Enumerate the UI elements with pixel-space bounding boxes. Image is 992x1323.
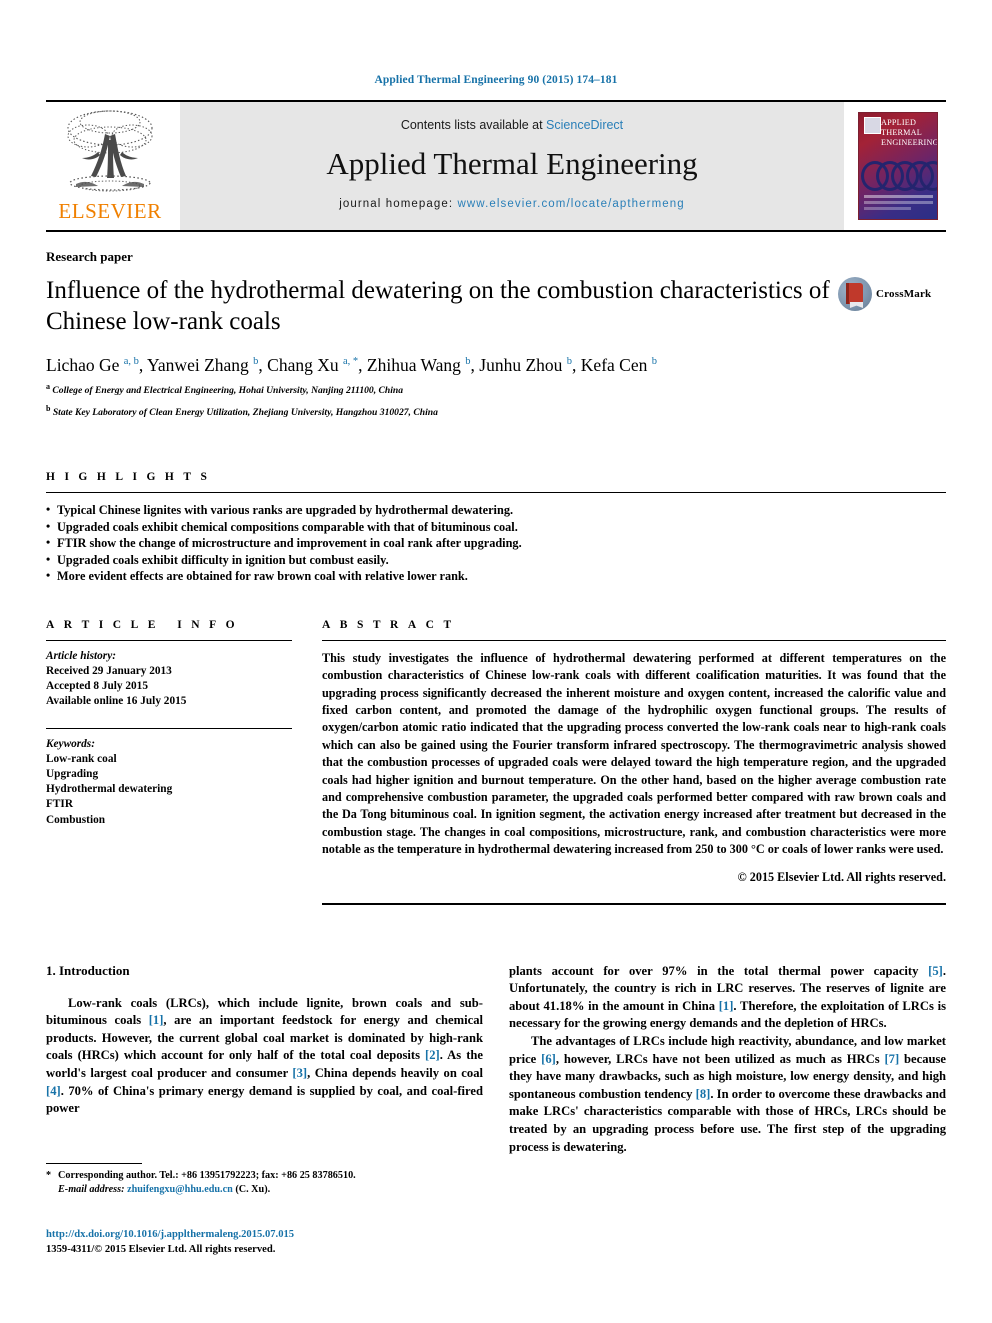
article-history-block: Article history: Received 29 January 201… <box>46 649 292 710</box>
journal-title: Applied Thermal Engineering <box>326 146 698 181</box>
highlights-rule <box>46 492 946 494</box>
journal-homepage-line: journal homepage: www.elsevier.com/locat… <box>339 198 685 210</box>
abstract-heading: A B S T R A C T <box>322 618 455 631</box>
elsevier-wordmark: ELSEVIER <box>58 199 162 223</box>
masthead-bottom-rule <box>46 230 946 232</box>
crossmark-label: CrossMark <box>876 288 932 300</box>
highlight-item: Upgraded coals exhibit difficulty in ign… <box>46 551 946 569</box>
running-head: Applied Thermal Engineering 90 (2015) 17… <box>374 74 618 86</box>
corresponding-author-line: * Corresponding author. Tel.: +86 139517… <box>46 1169 356 1181</box>
highlights-heading: H I G H L I G H T S <box>46 471 211 484</box>
corresponding-email-line[interactable]: E-mail address: zhuifengxu@hhu.edu.cn (C… <box>46 1183 483 1197</box>
abstract-text: This study investigates the influence of… <box>322 650 946 857</box>
highlight-item: FTIR show the change of microstructure a… <box>46 534 946 552</box>
keyword-item: FTIR <box>46 798 73 811</box>
crossmark-badge[interactable]: CrossMark <box>838 277 946 311</box>
intro-paragraph-right-2: The advantages of LRCs include high reac… <box>509 1033 947 1154</box>
keywords-body: Keywords: Low-rank coal Upgrading Hydrothe… <box>46 737 292 828</box>
keywords-rule <box>46 727 292 729</box>
info-abstract-section: A R T I C L E I N F O Article history: R… <box>46 619 946 905</box>
keyword-item: Combustion <box>46 813 106 826</box>
cover-title-line-3: ENGINEERING <box>881 138 938 147</box>
crossmark-icon <box>838 277 872 311</box>
received-date: Received 29 January 2013 <box>46 664 172 677</box>
highlight-item: More evident effects are obtained for ra… <box>46 567 946 585</box>
affiliation-a: a College of Energy and Electrical Engin… <box>46 381 404 397</box>
keywords-list: Low-rank coal Upgrading Hydrothermal dewat… <box>46 752 292 828</box>
elsevier-tree-icon <box>67 110 153 192</box>
homepage-prefix: journal homepage: <box>339 198 458 210</box>
contents-line: Contents lists available at ScienceDirec… <box>401 118 623 132</box>
title-row: Influence of the hydrothermal dewatering… <box>46 265 946 337</box>
article-info-column: A R T I C L E I N F O Article history: R… <box>46 619 292 905</box>
keyword-item: Low-rank coal <box>46 752 117 765</box>
keywords-block: Keywords: Low-rank coal Upgrading Hydrothe… <box>46 727 292 828</box>
cover-image: APPLIED THERMAL ENGINEERING <box>858 112 938 220</box>
issn-copyright-line: 1359-4311/© 2015 Elsevier Ltd. All right… <box>46 1243 276 1255</box>
footer-doi-block: http://dx.doi.org/10.1016/j.applthermale… <box>46 1227 483 1257</box>
doi-link[interactable]: http://dx.doi.org/10.1016/j.applthermale… <box>46 1227 483 1242</box>
cover-title-line-1: APPLIED <box>881 118 917 127</box>
keywords-label: Keywords: <box>46 737 95 750</box>
page-title: Influence of the hydrothermal dewatering… <box>46 277 830 335</box>
cover-title: APPLIED THERMAL ENGINEERING <box>881 118 938 148</box>
section-title-introduction: 1. Introduction <box>46 962 130 978</box>
journal-cover-thumbnail: APPLIED THERMAL ENGINEERING <box>850 102 946 230</box>
cover-title-line-2: THERMAL <box>881 128 922 137</box>
affiliation-b: b State Key Laboratory of Clean Energy U… <box>46 403 438 418</box>
available-online-date: Available online 16 July 2015 <box>46 695 187 708</box>
footnote-rule <box>46 1162 142 1164</box>
accepted-date: Accepted 8 July 2015 <box>46 680 148 693</box>
corresponding-author-footnote: * Corresponding author. Tel.: +86 139517… <box>46 1162 483 1197</box>
article-info-heading: A R T I C L E I N F O <box>46 618 239 631</box>
journal-banner: Contents lists available at ScienceDirec… <box>180 102 844 230</box>
sciencedirect-link[interactable]: ScienceDirect <box>546 118 623 132</box>
abstract-bottom-rule <box>322 902 946 905</box>
introduction-section: 1. Introduction Low-rank coals (LRCs), w… <box>46 963 946 1293</box>
abstract-column: A B S T R A C T This study investigates … <box>322 619 946 905</box>
body-column-right: plants account for over 97% in the total… <box>509 963 946 1293</box>
journal-masthead: ELSEVIER Contents lists available at Sci… <box>46 100 946 230</box>
paper-page: Applied Thermal Engineering 90 (2015) 17… <box>0 0 992 1323</box>
article-type: Research paper <box>46 249 133 264</box>
body-column-left: 1. Introduction Low-rank coals (LRCs), w… <box>46 963 483 1293</box>
article-history-label: Article history: <box>46 649 116 662</box>
cover-publisher-mark <box>864 117 881 134</box>
abstract-rule <box>322 639 946 641</box>
journal-homepage-link[interactable]: www.elsevier.com/locate/apthermeng <box>458 198 685 210</box>
highlights-section: H I G H L I G H T S Typical Chinese lign… <box>46 471 946 585</box>
intro-paragraph-right-1: plants account for over 97% in the total… <box>509 963 946 1031</box>
intro-paragraph-left: Low-rank coals (LRCs), which include lig… <box>46 995 483 1116</box>
highlight-item: Typical Chinese lignites with various ra… <box>46 501 946 519</box>
highlight-item: Upgraded coals exhibit chemical composit… <box>46 518 946 536</box>
article-info-rule <box>46 639 292 641</box>
highlights-list: Typical Chinese lignites with various ra… <box>46 501 946 585</box>
keyword-item: Upgrading <box>46 767 99 780</box>
elsevier-logo: ELSEVIER <box>46 102 174 230</box>
keyword-item: Hydrothermal dewatering <box>46 783 173 796</box>
abstract-copyright: © 2015 Elsevier Ltd. All rights reserved… <box>737 869 946 884</box>
cover-rings-graphic <box>859 161 937 191</box>
author-list: Lichao Ge a, b, Yanwei Zhang b, Chang Xu… <box>46 354 657 375</box>
contents-prefix: Contents lists available at <box>400 118 547 132</box>
